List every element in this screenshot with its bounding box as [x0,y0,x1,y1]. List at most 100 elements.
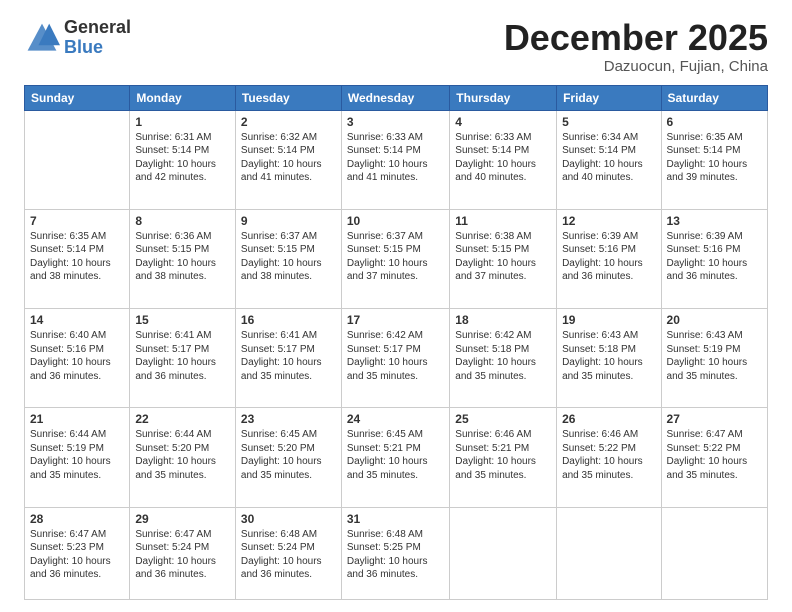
header-monday: Monday [130,85,236,110]
day-number: 14 [30,313,124,327]
day-number: 23 [241,412,336,426]
table-row: 26Sunrise: 6:46 AMSunset: 5:22 PMDayligh… [557,408,661,507]
table-row: 6 Sunrise: 6:35 AMSunset: 5:14 PMDaylight… [661,110,767,209]
day-number: 29 [135,512,230,526]
table-row: 29Sunrise: 6:47 AMSunset: 5:24 PMDayligh… [130,507,236,599]
day-info: Sunrise: 6:43 AMSunset: 5:18 PMDaylight:… [562,329,655,383]
day-number: 13 [667,214,762,228]
day-number: 28 [30,512,124,526]
day-info: Sunrise: 6:35 AMSunset: 5:14 PMDaylight:… [30,230,124,284]
day-info: Sunrise: 6:44 AMSunset: 5:20 PMDaylight:… [135,428,230,482]
table-row: 24 Sunrise: 6:45 AMSunset: 5:21 PMDayligh… [341,408,449,507]
day-number: 4 [455,115,551,129]
day-info: Sunrise: 6:45 AMSunset: 5:21 PMDaylight:… [347,428,444,482]
header-wednesday: Wednesday [341,85,449,110]
day-number: 1 [135,115,230,129]
day-info: Sunrise: 6:41 AMSunset: 5:17 PMDaylight:… [135,329,230,383]
title-block: December 2025 Dazuocun, Fujian, China [504,18,768,75]
day-number: 21 [30,412,124,426]
day-info: Sunrise: 6:37 AMSunset: 5:15 PMDaylight:… [347,230,444,284]
calendar-table: Sunday Monday Tuesday Wednesday Thursday… [24,85,768,600]
header-tuesday: Tuesday [235,85,341,110]
day-info: Sunrise: 6:41 AMSunset: 5:17 PMDaylight:… [241,329,336,383]
month-title: December 2025 [504,18,768,58]
logo-text: General Blue [64,18,131,58]
table-row: 9 Sunrise: 6:37 AMSunset: 5:15 PMDaylight… [235,209,341,308]
page: General Blue December 2025 Dazuocun, Fuj… [0,0,792,612]
header-sunday: Sunday [25,85,130,110]
day-info: Sunrise: 6:39 AMSunset: 5:16 PMDaylight:… [667,230,762,284]
table-row [661,507,767,599]
day-info: Sunrise: 6:37 AMSunset: 5:15 PMDaylight:… [241,230,336,284]
day-info: Sunrise: 6:45 AMSunset: 5:20 PMDaylight:… [241,428,336,482]
table-row: 10 Sunrise: 6:37 AMSunset: 5:15 PMDayligh… [341,209,449,308]
day-number: 6 [667,115,762,129]
table-row: 11 Sunrise: 6:38 AMSunset: 5:15 PMDayligh… [450,209,557,308]
day-number: 9 [241,214,336,228]
table-row: 19 Sunrise: 6:43 AMSunset: 5:18 PMDayligh… [557,309,661,408]
header: General Blue December 2025 Dazuocun, Fuj… [24,18,768,75]
table-row: 23 Sunrise: 6:45 AMSunset: 5:20 PMDayligh… [235,408,341,507]
day-info: Sunrise: 6:48 AMSunset: 5:25 PMDaylight:… [347,528,444,582]
table-row: 3 Sunrise: 6:33 AMSunset: 5:14 PMDaylight… [341,110,449,209]
logo-blue-text: Blue [64,38,131,58]
day-info: Sunrise: 6:33 AMSunset: 5:14 PMDaylight:… [347,131,444,185]
day-number: 24 [347,412,444,426]
table-row: 5 Sunrise: 6:34 AMSunset: 5:14 PMDaylight… [557,110,661,209]
day-number: 2 [241,115,336,129]
day-number: 10 [347,214,444,228]
table-row [25,110,130,209]
header-friday: Friday [557,85,661,110]
day-number: 18 [455,313,551,327]
header-thursday: Thursday [450,85,557,110]
day-number: 3 [347,115,444,129]
day-info: Sunrise: 6:33 AMSunset: 5:14 PMDaylight:… [455,131,551,185]
day-info: Sunrise: 6:38 AMSunset: 5:15 PMDaylight:… [455,230,551,284]
table-row: 2 Sunrise: 6:32 AMSunset: 5:14 PMDaylight… [235,110,341,209]
day-number: 20 [667,313,762,327]
table-row: 4 Sunrise: 6:33 AMSunset: 5:14 PMDaylight… [450,110,557,209]
day-info: Sunrise: 6:32 AMSunset: 5:14 PMDaylight:… [241,131,336,185]
location-subtitle: Dazuocun, Fujian, China [504,58,768,75]
day-number: 11 [455,214,551,228]
day-info: Sunrise: 6:47 AMSunset: 5:22 PMDaylight:… [667,428,762,482]
day-info: Sunrise: 6:35 AMSunset: 5:14 PMDaylight:… [667,131,762,185]
day-number: 31 [347,512,444,526]
day-number: 12 [562,214,655,228]
table-row: 31 Sunrise: 6:48 AMSunset: 5:25 PMDayligh… [341,507,449,599]
logo-icon [24,20,60,56]
table-row: 16 Sunrise: 6:41 AMSunset: 5:17 PMDayligh… [235,309,341,408]
day-number: 22 [135,412,230,426]
day-number: 26 [562,412,655,426]
table-row: 15Sunrise: 6:41 AMSunset: 5:17 PMDayligh… [130,309,236,408]
table-row: 25Sunrise: 6:46 AMSunset: 5:21 PMDayligh… [450,408,557,507]
day-number: 5 [562,115,655,129]
table-row [557,507,661,599]
table-row: 22 Sunrise: 6:44 AMSunset: 5:20 PMDayligh… [130,408,236,507]
logo-general-text: General [64,18,131,38]
table-row: 27 Sunrise: 6:47 AMSunset: 5:22 PMDayligh… [661,408,767,507]
day-info: Sunrise: 6:36 AMSunset: 5:15 PMDaylight:… [135,230,230,284]
day-number: 27 [667,412,762,426]
day-info: Sunrise: 6:39 AMSunset: 5:16 PMDaylight:… [562,230,655,284]
day-info: Sunrise: 6:46 AMSunset: 5:21 PMDaylight:… [455,428,551,482]
table-row: 18 Sunrise: 6:42 AMSunset: 5:18 PMDayligh… [450,309,557,408]
day-info: Sunrise: 6:31 AMSunset: 5:14 PMDaylight:… [135,131,230,185]
day-info: Sunrise: 6:43 AMSunset: 5:19 PMDaylight:… [667,329,762,383]
table-row: 14 Sunrise: 6:40 AMSunset: 5:16 PMDayligh… [25,309,130,408]
day-number: 17 [347,313,444,327]
table-row: 12 Sunrise: 6:39 AMSunset: 5:16 PMDayligh… [557,209,661,308]
table-row: 21 Sunrise: 6:44 AMSunset: 5:19 PMDayligh… [25,408,130,507]
table-row: 8Sunrise: 6:36 AMSunset: 5:15 PMDaylight… [130,209,236,308]
day-number: 19 [562,313,655,327]
day-info: Sunrise: 6:42 AMSunset: 5:17 PMDaylight:… [347,329,444,383]
logo: General Blue [24,18,131,58]
day-info: Sunrise: 6:42 AMSunset: 5:18 PMDaylight:… [455,329,551,383]
day-info: Sunrise: 6:40 AMSunset: 5:16 PMDaylight:… [30,329,124,383]
day-number: 16 [241,313,336,327]
table-row: 13 Sunrise: 6:39 AMSunset: 5:16 PMDayligh… [661,209,767,308]
day-info: Sunrise: 6:44 AMSunset: 5:19 PMDaylight:… [30,428,124,482]
table-row: 28Sunrise: 6:47 AMSunset: 5:23 PMDayligh… [25,507,130,599]
table-row: 7Sunrise: 6:35 AMSunset: 5:14 PMDaylight… [25,209,130,308]
day-info: Sunrise: 6:34 AMSunset: 5:14 PMDaylight:… [562,131,655,185]
